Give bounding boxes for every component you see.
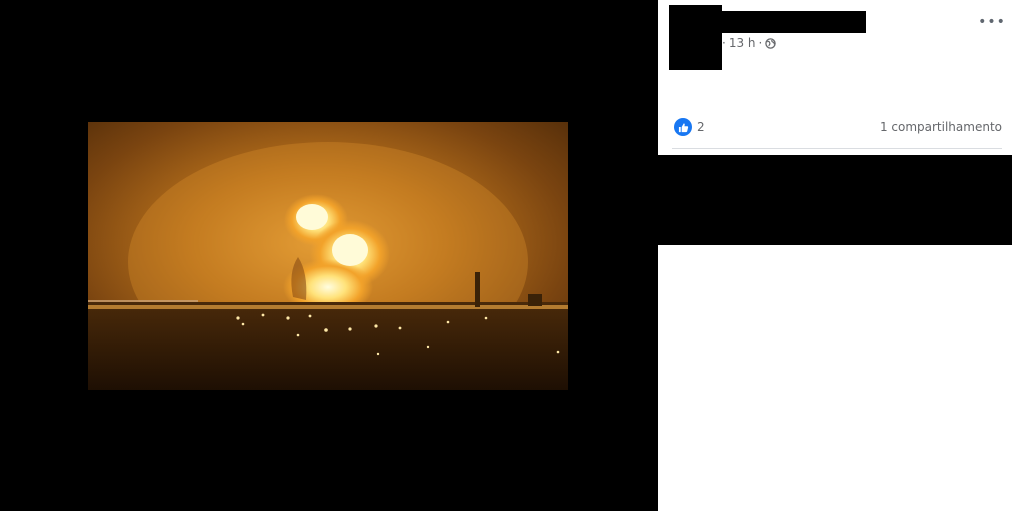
reaction-count: 2: [697, 120, 705, 134]
more-options-icon[interactable]: •••: [978, 12, 1005, 32]
reaction-summary[interactable]: 2: [674, 118, 705, 136]
comments-redacted: [658, 155, 1012, 245]
author-name-redacted[interactable]: [718, 11, 866, 33]
meta-separator-2: ·: [758, 36, 763, 50]
shares-count[interactable]: 1 compartilhamento: [880, 120, 1002, 134]
post-timestamp[interactable]: 13 h: [729, 36, 756, 50]
globe-icon[interactable]: [765, 37, 777, 49]
like-icon: [674, 118, 692, 136]
post-photo[interactable]: [88, 122, 568, 390]
photo-viewer: [0, 0, 658, 511]
divider: [672, 148, 1002, 149]
explosion-photo-image: [88, 122, 568, 390]
meta-separator: ·: [722, 36, 726, 50]
post-meta: · 13 h ·: [722, 36, 777, 50]
post-sidebar: · 13 h · ••• 2 1 compartilhamento: [658, 0, 1017, 511]
avatar[interactable]: [669, 5, 722, 70]
